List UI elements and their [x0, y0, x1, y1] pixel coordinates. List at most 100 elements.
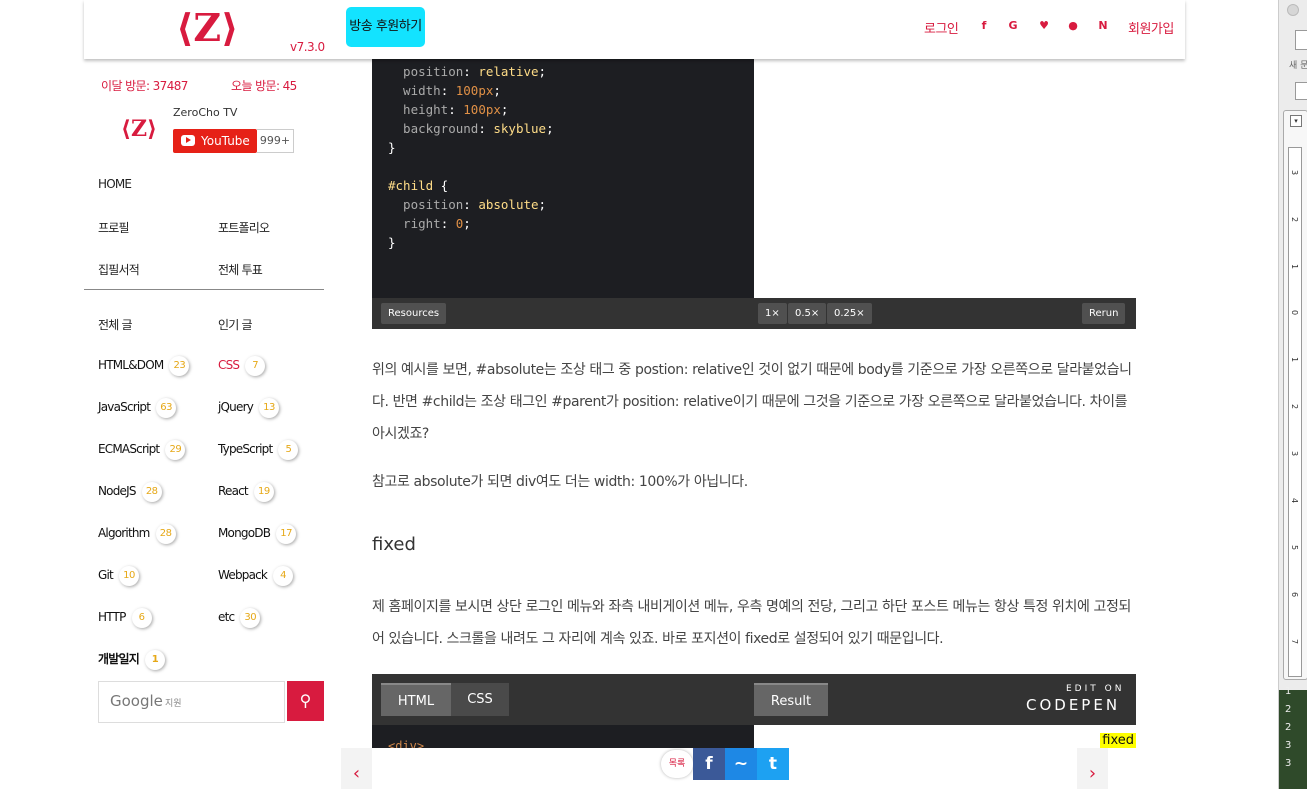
codepen-brand-top: EDIT ON [1066, 684, 1125, 694]
youtube-label: YouTube [201, 134, 250, 148]
article-paragraph: 제 홈페이지를 보시면 상단 로그인 메뉴와 좌측 내비게이션 메뉴, 우측 명… [372, 599, 1131, 647]
category-item[interactable]: Webpack 4 [218, 563, 294, 587]
category-item[interactable]: NodeJS 28 [98, 479, 162, 503]
list-button[interactable]: 목록 [661, 750, 693, 778]
category-item[interactable]: JavaScript 63 [98, 395, 177, 419]
ruler-number: 2 [1290, 403, 1300, 410]
channel-name[interactable]: ZeroCho TV [173, 106, 237, 119]
count-badge: 7 [245, 355, 266, 376]
site-logo[interactable]: ⟨Z⟩ [176, 6, 238, 50]
messenger-share-icon[interactable]: ~ [725, 748, 757, 780]
category-label: HTML&DOM [98, 358, 164, 372]
panel-checkbox[interactable] [1295, 30, 1307, 50]
count-badge: 4 [273, 565, 294, 586]
result-pane [754, 59, 1136, 298]
ruler-number: 1 [1290, 263, 1300, 270]
category-label: CSS [218, 358, 240, 372]
prev-post-button[interactable]: ‹ [341, 748, 372, 789]
zoom-025x-button[interactable]: 0.25× [827, 303, 872, 324]
facebook-icon[interactable]: f [977, 18, 991, 34]
panel-number: 2 [1285, 722, 1292, 733]
panel-number: 3 [1285, 758, 1292, 769]
panel-radio[interactable] [1287, 4, 1299, 16]
category-item[interactable]: MongoDB 17 [218, 521, 297, 545]
count-badge: 29 [165, 439, 186, 460]
count-badge: 63 [156, 397, 177, 418]
codepen-tabbar: HTML CSS Result EDIT ON CODEPEN [372, 674, 1136, 725]
chevron-right-icon: › [1088, 763, 1097, 784]
category-item[interactable]: React 19 [218, 479, 274, 503]
monthly-visits: 이달 방문: 37487 [101, 79, 188, 93]
signup-link[interactable]: 회원가입 [1128, 18, 1174, 37]
kakao-icon[interactable]: ● [1066, 18, 1080, 34]
category-item[interactable]: ECMAScript 29 [98, 437, 186, 461]
nav-polls[interactable]: 전체 투표 [218, 261, 263, 278]
category-label: etc [218, 610, 235, 624]
category-item[interactable]: TypeScript 5 [218, 437, 299, 461]
nav-home[interactable]: HOME [98, 177, 132, 191]
resources-button[interactable]: Resources [381, 303, 447, 324]
facebook-share-icon[interactable]: f [693, 748, 725, 780]
search-input[interactable]: Google 지원 [98, 681, 285, 723]
category-item[interactable]: HTML&DOM 23 [98, 353, 190, 377]
ruler-number: 5 [1290, 544, 1300, 551]
ruler-number: 2 [1290, 216, 1300, 223]
category-label: Git [98, 568, 114, 582]
nav-portfolio[interactable]: 포트폴리오 [218, 219, 270, 236]
tab-html[interactable]: HTML [381, 683, 451, 716]
search-button[interactable]: ⚲ [287, 681, 324, 721]
github-icon[interactable]: ♥ [1037, 18, 1051, 34]
category-item[interactable]: Algorithm 28 [98, 521, 176, 545]
ruler-number: 3 [1290, 169, 1300, 176]
rerun-button[interactable]: Rerun [1082, 303, 1126, 324]
google-icon[interactable]: G [1006, 18, 1020, 34]
count-badge: 1 [144, 649, 165, 670]
codepen-brand[interactable]: CODEPEN [1026, 696, 1120, 714]
tab-css[interactable]: CSS [451, 683, 509, 716]
count-badge: 17 [276, 523, 297, 544]
tab-result[interactable]: Result [754, 683, 828, 716]
nav-books[interactable]: 집필서적 [98, 261, 140, 278]
category-item[interactable]: CSS 7 [218, 353, 266, 377]
category-label: TypeScript [218, 442, 273, 456]
donate-button[interactable]: 방송 후원하기 [346, 7, 425, 47]
count-badge: 28 [141, 481, 162, 502]
category-item[interactable]: Git 10 [98, 563, 139, 587]
youtube-play-icon [181, 135, 195, 146]
category-label: ECMAScript [98, 442, 160, 456]
zoom-05x-button[interactable]: 0.5× [788, 303, 827, 324]
chevron-down-icon[interactable]: ▾ [1290, 115, 1302, 127]
ruler-number: 3 [1290, 450, 1300, 457]
css-code-pane: position: relative; width: 100px; height… [388, 64, 554, 250]
section-heading: fixed [372, 534, 416, 555]
category-item[interactable]: jQuery 13 [218, 395, 280, 419]
channel-logo[interactable]: ⟨Z⟩ [120, 112, 158, 146]
category-item[interactable]: etc 30 [218, 605, 261, 629]
panel-input[interactable] [1295, 82, 1307, 100]
google-brand: Google [110, 692, 163, 710]
login-link[interactable]: 로그인 [924, 18, 959, 37]
nav-popular-posts[interactable]: 인기 글 [218, 316, 253, 333]
category-item[interactable]: HTTP 6 [98, 605, 152, 629]
category-label: Webpack [218, 568, 268, 582]
count-badge: 5 [278, 439, 299, 460]
ruler-number: 1 [1290, 356, 1300, 363]
zoom-1x-button[interactable]: 1× [758, 303, 787, 324]
youtube-subscribe-button[interactable]: YouTube [173, 129, 257, 153]
article-paragraph: 참고로 absolute가 되면 div여도 더는 width: 100%가 아… [372, 474, 748, 490]
nav-profile[interactable]: 프로필 [98, 219, 130, 236]
count-badge: 6 [131, 607, 152, 628]
ruler-number: 4 [1290, 497, 1300, 504]
count-badge: 30 [240, 607, 261, 628]
category-label: JavaScript [98, 400, 151, 414]
nav-all-posts[interactable]: 전체 글 [98, 316, 133, 333]
ruler[interactable]: ▾ 3 2 1 0 1 2 3 4 5 6 7 [1283, 110, 1307, 680]
category-item[interactable]: 개발일지 1 [98, 647, 165, 671]
next-post-button[interactable]: › [1077, 748, 1108, 789]
panel-number: 3 [1285, 740, 1292, 751]
sidebar-divider [84, 289, 324, 290]
panel-number: 2 [1285, 704, 1292, 715]
naver-icon[interactable]: N [1096, 18, 1110, 34]
twitter-share-icon[interactable]: t [757, 748, 789, 780]
category-label: NodeJS [98, 484, 136, 498]
